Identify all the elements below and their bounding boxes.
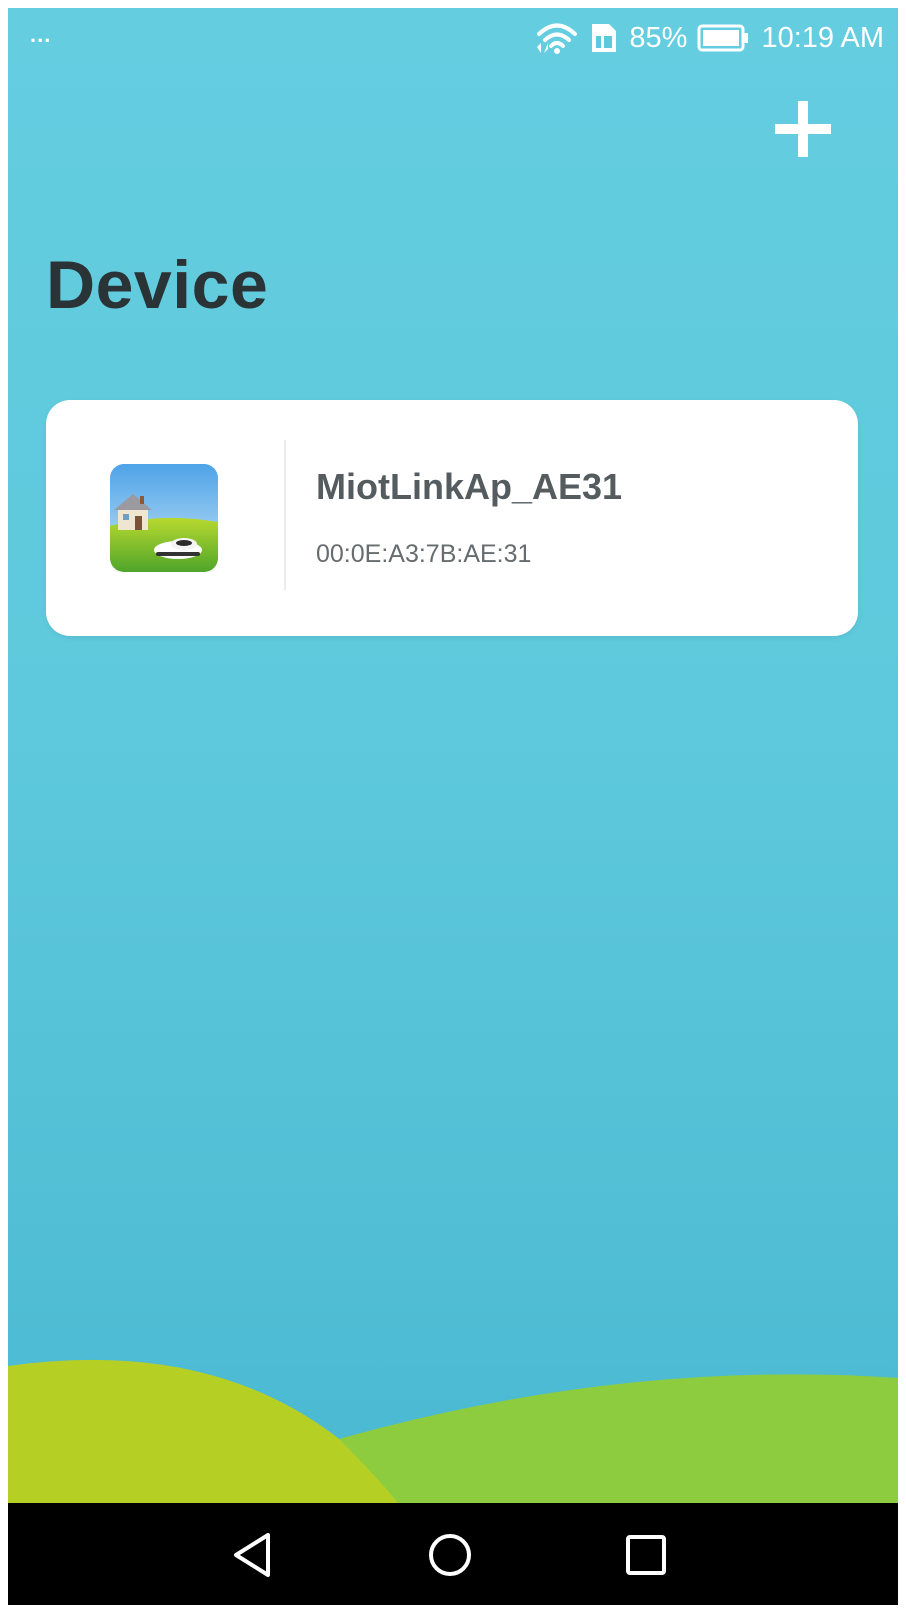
navigation-bar (8, 1503, 898, 1605)
clock: 10:19 AM (761, 21, 884, 54)
device-name: MiotLinkAp_AE31 (316, 466, 623, 507)
home-icon (426, 1531, 474, 1584)
device-card[interactable]: MiotLinkAp_AE31 00:0E:A3:7B:AE:31 (46, 400, 858, 636)
home-button[interactable] (422, 1529, 478, 1585)
add-device-button[interactable] (768, 96, 838, 166)
sim-icon (589, 22, 619, 54)
status-indicators: 85% 10:19 AM (535, 20, 884, 56)
status-bar: ... 85% 10:19 AM (8, 8, 898, 68)
page-title: Device (46, 247, 269, 323)
hills-decoration (8, 1359, 898, 1503)
wifi-icon (535, 21, 579, 55)
back-button[interactable] (224, 1529, 280, 1585)
card-divider (284, 440, 286, 590)
notification-dots: ... (30, 22, 52, 47)
battery-percent: 85% (629, 21, 688, 54)
battery-icon (697, 24, 751, 52)
device-screen: ... 85% 10:19 AM Device MiotLinkAp_AE31 … (8, 8, 898, 1605)
lawn-mower-house-icon (110, 464, 218, 572)
device-mac-address: 00:0E:A3:7B:AE:31 (316, 540, 532, 568)
back-icon (230, 1531, 274, 1584)
recents-button[interactable] (618, 1529, 674, 1585)
recents-icon (624, 1533, 668, 1582)
plus-icon (773, 99, 833, 164)
